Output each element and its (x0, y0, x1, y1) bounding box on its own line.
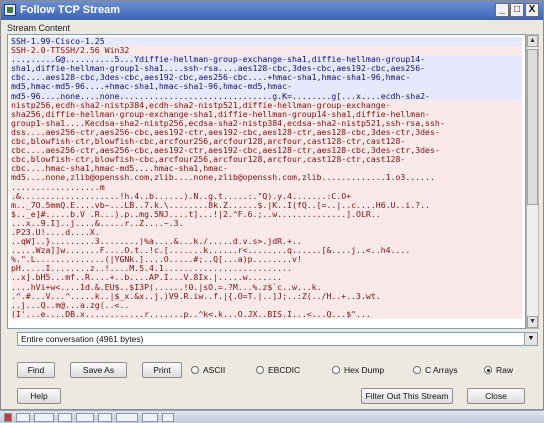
window-controls: _ □ X (495, 3, 539, 17)
taskbar (0, 410, 544, 423)
format-hexdump-label: Hex Dump (344, 365, 385, 375)
format-carrays-label: C Arrays (425, 365, 458, 375)
close-window-button[interactable]: X (525, 3, 539, 17)
conversation-select-value: Entire conversation (4961 bytes) (21, 334, 144, 344)
find-button[interactable]: Find (17, 362, 55, 378)
radio-hexdump-dot (332, 366, 340, 374)
radio-ascii-dot (191, 366, 199, 374)
filter-out-stream-button[interactable]: Filter Out This Stream (361, 388, 453, 404)
chevron-down-icon[interactable]: ▼ (524, 333, 537, 345)
scroll-up-arrow-icon[interactable]: ▲ (527, 35, 538, 47)
taskbar-app-icon[interactable] (58, 413, 72, 422)
help-button[interactable]: Help (17, 388, 61, 404)
print-button[interactable]: Print (142, 362, 182, 378)
stream-text[interactable]: SSH-1.99-Cisco-1.25 SSH-2.0-TTSSH/2.56 Wi… (8, 35, 525, 321)
vertical-scrollbar[interactable]: ▲ ▼ (526, 34, 539, 329)
format-carrays-radio[interactable]: C Arrays (413, 364, 458, 376)
maximize-button[interactable]: □ (510, 3, 524, 17)
format-ebcdic-radio[interactable]: EBCDIC (256, 364, 300, 376)
taskbar-app-icon[interactable] (76, 413, 94, 422)
conversation-select[interactable]: Entire conversation (4961 bytes) ▼ (17, 332, 538, 346)
follow-tcp-stream-window: Follow TCP Stream _ □ X Stream Content S… (0, 0, 544, 410)
minimize-button[interactable]: _ (495, 3, 509, 17)
title-bar[interactable]: Follow TCP Stream _ □ X (1, 1, 543, 20)
save-as-button[interactable]: Save As (70, 362, 127, 378)
app-icon (4, 4, 16, 16)
format-hexdump-radio[interactable]: Hex Dump (332, 364, 384, 376)
taskbar-app-icon[interactable] (4, 413, 12, 422)
close-button[interactable]: Close (467, 388, 525, 404)
stream-content-label: Stream Content (7, 23, 71, 33)
scroll-down-arrow-icon[interactable]: ▼ (527, 316, 538, 328)
format-ascii-label: ASCII (203, 365, 226, 375)
format-raw-label: Raw (496, 365, 514, 375)
scrollbar-thumb[interactable] (527, 49, 538, 205)
radio-ebcdic-dot (256, 366, 264, 374)
taskbar-app-icon[interactable] (98, 413, 112, 422)
client-stream-line: (I'...e....DB.x............r.......p..^k… (11, 309, 522, 319)
stream-content-textbox[interactable]: SSH-1.99-Cisco-1.25 SSH-2.0-TTSSH/2.56 Wi… (7, 34, 526, 329)
window-title: Follow TCP Stream (20, 4, 121, 16)
taskbar-app-icon[interactable] (142, 413, 158, 422)
format-raw-radio[interactable]: Raw (484, 364, 513, 376)
taskbar-app-icon[interactable] (16, 413, 30, 422)
radio-carrays-dot (413, 366, 421, 374)
format-ebcdic-label: EBCDIC (268, 365, 301, 375)
taskbar-app-icon[interactable] (34, 413, 54, 422)
radio-raw-dot (484, 366, 492, 374)
format-ascii-radio[interactable]: ASCII (191, 364, 225, 376)
taskbar-app-icon[interactable] (116, 413, 138, 422)
taskbar-app-icon[interactable] (162, 413, 174, 422)
